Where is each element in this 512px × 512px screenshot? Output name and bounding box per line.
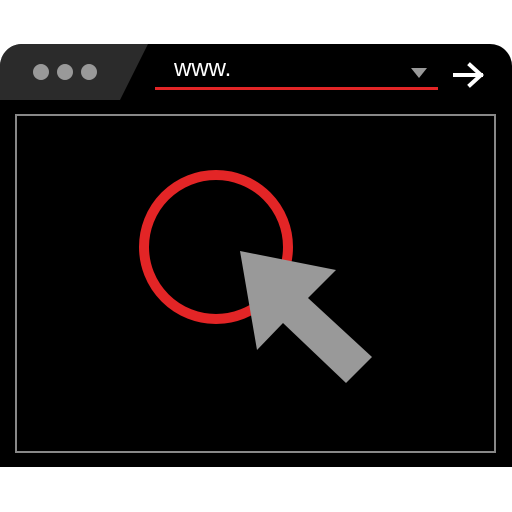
arrow-right-icon[interactable] (452, 62, 486, 88)
browser-window: www. (0, 44, 512, 467)
window-dot-2[interactable] (57, 64, 73, 80)
title-bar: www. (0, 44, 512, 100)
address-bar-underline (155, 87, 438, 90)
chevron-down-icon[interactable] (411, 68, 427, 78)
browser-illustration: www. (0, 0, 512, 512)
page-viewport[interactable] (15, 114, 496, 453)
address-bar-input[interactable]: www. (174, 54, 231, 84)
window-dot-3[interactable] (81, 64, 97, 80)
browser-tab[interactable] (0, 44, 148, 100)
tab-shape (0, 44, 148, 100)
window-dot-1[interactable] (33, 64, 49, 80)
